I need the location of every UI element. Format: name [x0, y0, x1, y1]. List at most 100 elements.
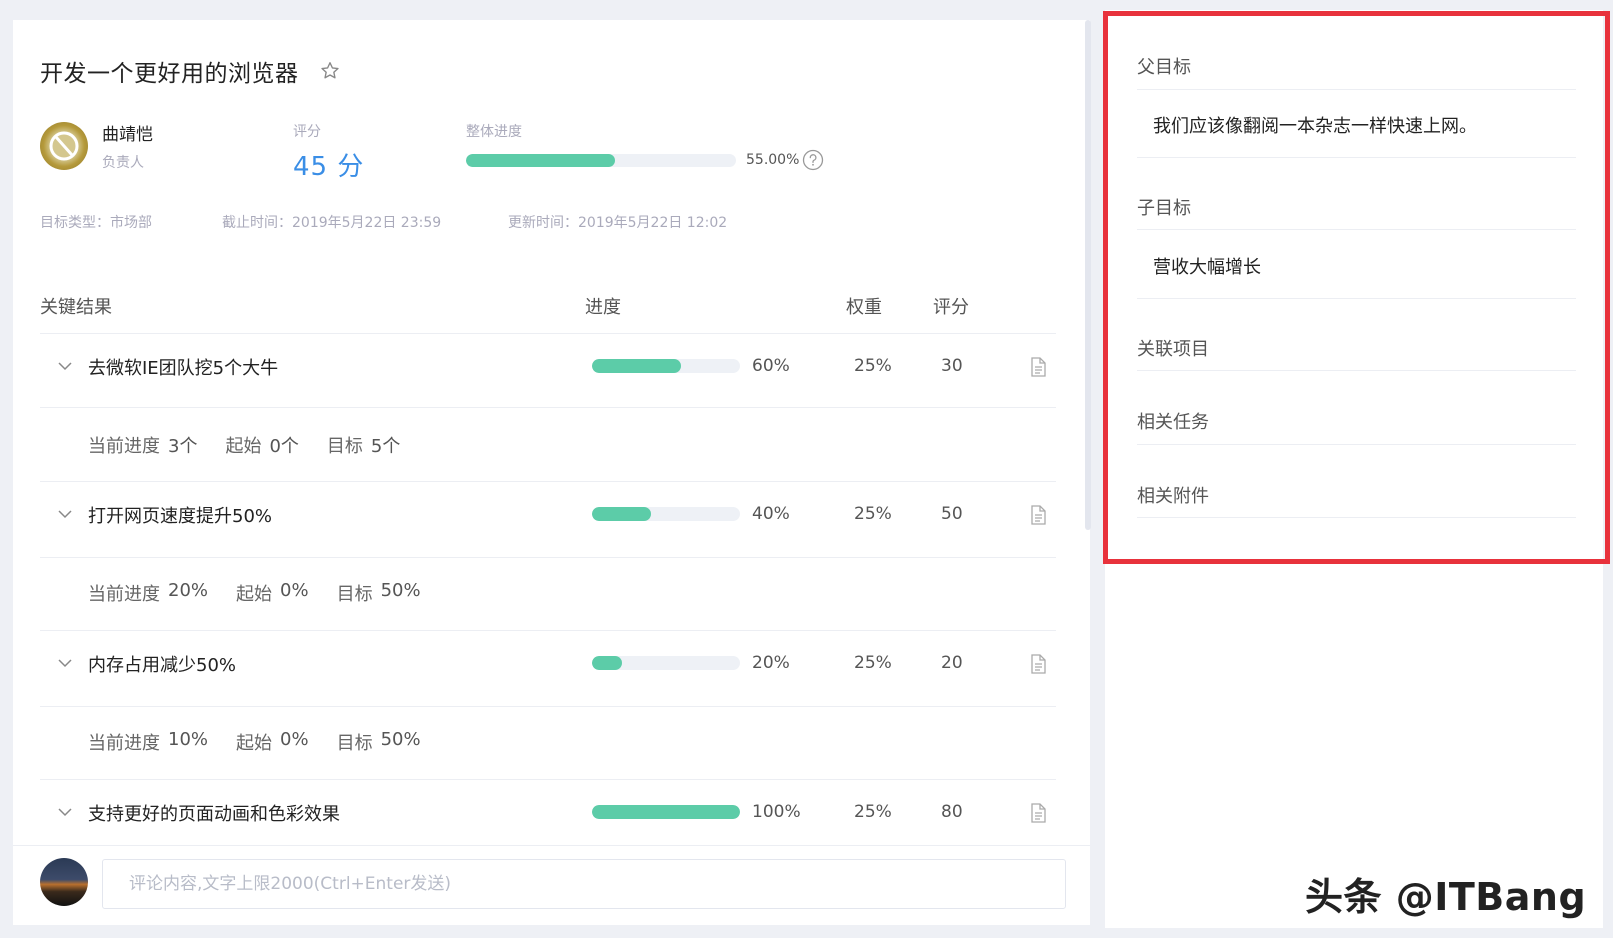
- child-objective-value[interactable]: 营收大幅增长: [1153, 253, 1261, 279]
- current-progress-value: 3个: [168, 436, 198, 457]
- key-result-name[interactable]: 支持更好的页面动画和色彩效果: [88, 800, 340, 826]
- header-key-results: 关键结果: [40, 297, 112, 318]
- target-label: 目标: [336, 584, 373, 605]
- key-result-progress-bar: [592, 805, 740, 819]
- scrollbar[interactable]: [1085, 20, 1091, 530]
- document-icon[interactable]: [1028, 653, 1048, 675]
- divider: [1137, 298, 1576, 299]
- document-icon[interactable]: [1028, 504, 1048, 526]
- chevron-down-icon[interactable]: [56, 803, 74, 821]
- divider: [13, 845, 1090, 846]
- divider: [1137, 157, 1576, 158]
- child-objective-label: 子目标: [1137, 198, 1191, 219]
- key-result-name[interactable]: 打开网页速度提升50%: [88, 502, 272, 528]
- deadline: 截止时间：2019年5月22日 23:59: [222, 215, 442, 231]
- related-attachments-label[interactable]: 相关附件: [1137, 482, 1209, 508]
- key-result-progress-fill: [592, 359, 681, 373]
- target-label: 目标: [336, 733, 373, 754]
- owner-role-label: 负责人: [102, 155, 144, 171]
- overall-progress-bar: [466, 154, 736, 167]
- start-label: 起始: [236, 584, 273, 605]
- header-progress: 进度: [585, 297, 621, 318]
- related-info-panel: [1105, 10, 1603, 928]
- key-result-score: 50: [941, 504, 963, 524]
- divider: [1137, 444, 1576, 445]
- key-result-progress-text: 60%: [752, 356, 790, 376]
- key-result-weight: 25%: [854, 356, 892, 376]
- divider: [40, 630, 1056, 631]
- document-icon[interactable]: [1028, 802, 1048, 824]
- key-result-detail: 当前进度 10% 起始 0% 目标 50%: [88, 729, 449, 755]
- start-value: 0%: [280, 729, 309, 750]
- divider: [1137, 89, 1576, 90]
- key-result-detail: 当前进度 3个 起始 0个 目标 5个: [88, 432, 428, 458]
- divider: [40, 706, 1056, 707]
- key-result-detail: 当前进度 20% 起始 0% 目标 50%: [88, 580, 449, 606]
- key-result-name[interactable]: 内存占用减少50%: [88, 651, 236, 677]
- chevron-down-icon[interactable]: [56, 654, 74, 672]
- key-result-progress-bar: [592, 507, 740, 521]
- key-result-row[interactable]: 打开网页速度提升50% 40% 25% 50: [40, 483, 1056, 557]
- divider: [40, 333, 1056, 334]
- start-label: 起始: [225, 436, 262, 457]
- key-result-row[interactable]: 内存占用减少50% 20% 25% 20: [40, 632, 1056, 706]
- current-progress-label: 当前进度: [88, 733, 160, 754]
- comment-input[interactable]: [102, 859, 1066, 909]
- divider: [1137, 229, 1576, 230]
- key-result-progress-fill: [592, 805, 740, 819]
- start-value: 0个: [269, 436, 299, 457]
- document-icon[interactable]: [1028, 356, 1048, 378]
- updated-time: 更新时间：2019年5月22日 12:02: [508, 215, 728, 231]
- key-result-progress-text: 100%: [752, 802, 801, 822]
- title-row: 开发一个更好用的浏览器: [40, 54, 341, 88]
- current-progress-label: 当前进度: [88, 436, 160, 457]
- key-result-score: 30: [941, 356, 963, 376]
- current-progress-value: 10%: [168, 729, 209, 750]
- overall-progress-fill: [466, 154, 615, 167]
- star-icon[interactable]: [319, 60, 341, 82]
- divider: [40, 407, 1056, 408]
- commenter-avatar: [40, 858, 88, 906]
- target-value: 50%: [380, 729, 421, 750]
- related-projects-label[interactable]: 关联项目: [1137, 335, 1209, 361]
- key-result-weight: 25%: [854, 504, 892, 524]
- target-label: 目标: [326, 436, 363, 457]
- divider: [1137, 370, 1576, 371]
- key-result-row[interactable]: 去微软IE团队挖5个大牛 60% 25% 30: [40, 335, 1056, 409]
- overall-progress-label: 整体进度: [466, 124, 522, 140]
- chevron-down-icon[interactable]: [56, 357, 74, 375]
- related-tasks-label[interactable]: 相关任务: [1137, 408, 1209, 434]
- help-icon[interactable]: [802, 149, 824, 171]
- divider: [40, 779, 1056, 780]
- key-result-row[interactable]: 支持更好的页面动画和色彩效果 100% 25% 80: [40, 781, 1056, 855]
- key-result-progress-bar: [592, 359, 740, 373]
- score-label: 评分: [293, 124, 321, 140]
- key-result-progress-text: 20%: [752, 653, 790, 673]
- target-value: 5个: [370, 436, 401, 457]
- objective-type: 目标类型：市场部: [40, 215, 152, 231]
- owner-name[interactable]: 曲靖恺: [102, 120, 153, 145]
- objective-title: 开发一个更好用的浏览器: [40, 61, 299, 87]
- key-result-weight: 25%: [854, 802, 892, 822]
- divider: [40, 481, 1056, 482]
- target-value: 50%: [380, 580, 421, 601]
- divider: [40, 557, 1056, 558]
- key-result-score: 20: [941, 653, 963, 673]
- key-result-score: 80: [941, 802, 963, 822]
- overall-progress-text: 55.00%: [746, 152, 800, 168]
- watermark: 头条 @ITBang: [1305, 875, 1587, 919]
- owner-avatar[interactable]: [40, 122, 88, 170]
- key-result-progress-text: 40%: [752, 504, 790, 524]
- key-result-progress-bar: [592, 656, 740, 670]
- divider: [1137, 517, 1576, 518]
- key-result-weight: 25%: [854, 653, 892, 673]
- key-result-name[interactable]: 去微软IE团队挖5个大牛: [88, 354, 278, 380]
- score-value: 45 分: [293, 152, 365, 182]
- chevron-down-icon[interactable]: [56, 505, 74, 523]
- parent-objective-value[interactable]: 我们应该像翻阅一本杂志一样快速上网。: [1153, 112, 1477, 138]
- header-score: 评分: [933, 297, 969, 318]
- parent-objective-label: 父目标: [1137, 57, 1191, 78]
- current-progress-label: 当前进度: [88, 584, 160, 605]
- current-progress-value: 20%: [168, 580, 209, 601]
- start-value: 0%: [280, 580, 309, 601]
